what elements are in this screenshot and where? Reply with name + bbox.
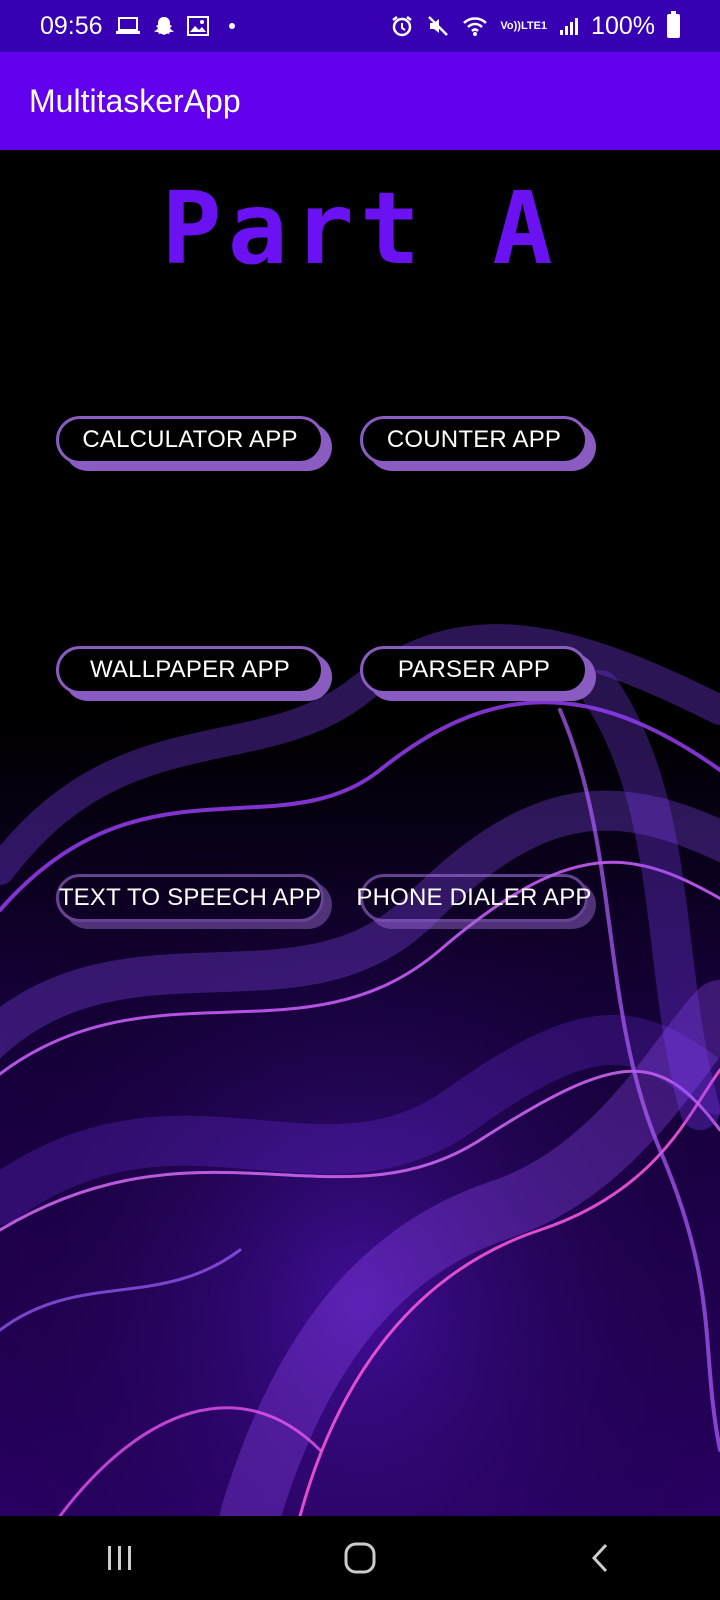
status-bar-right: Vo)) LTE1 100% <box>390 11 680 41</box>
wave-wallpaper <box>0 150 720 1516</box>
main-content: Part A CALCULATOR APP COUNTER APP WALLPA… <box>0 150 720 1516</box>
back-icon[interactable] <box>560 1528 640 1588</box>
calculator-app-button[interactable]: CALCULATOR APP <box>56 416 324 464</box>
mute-icon <box>426 14 450 38</box>
battery-percent: 100% <box>591 11 655 40</box>
text-to-speech-app-button[interactable]: TEXT TO SPEECH APP <box>56 874 324 922</box>
clock: 09:56 <box>40 11 103 40</box>
dot-icon <box>228 23 235 29</box>
status-bar-left: 09:56 <box>40 12 235 41</box>
part-heading: Part A <box>161 170 559 287</box>
lte-label: LTE1 <box>520 19 548 32</box>
phone-dialer-app-button[interactable]: PHONE DIALER APP <box>356 874 591 922</box>
status-bar: 09:56 Vo)) LTE1 100% <box>0 0 720 52</box>
laptop-icon <box>115 16 141 36</box>
battery-icon <box>667 11 680 38</box>
navigation-bar <box>0 1516 720 1600</box>
snapchat-icon <box>153 15 175 37</box>
signal-icon <box>559 16 579 36</box>
alarm-icon <box>390 14 414 38</box>
counter-app-button[interactable]: COUNTER APP <box>360 416 588 464</box>
recents-icon[interactable] <box>80 1528 160 1588</box>
gallery-icon <box>186 16 209 36</box>
wallpaper-app-button[interactable]: WALLPAPER APP <box>56 646 324 694</box>
home-icon[interactable] <box>320 1528 400 1588</box>
wifi-icon <box>462 15 488 37</box>
volte-lte-icon: Vo)) LTE1 <box>500 19 548 32</box>
app-bar: MultitaskerApp <box>0 52 720 150</box>
app-title: MultitaskerApp <box>29 82 241 119</box>
volte-label: Vo)) <box>500 19 521 32</box>
parser-app-button[interactable]: PARSER APP <box>360 646 588 694</box>
